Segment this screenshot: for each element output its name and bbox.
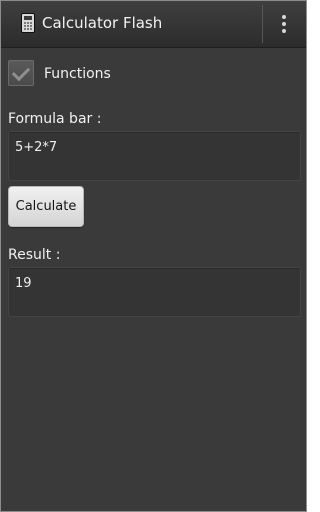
checkmark-icon xyxy=(11,62,31,82)
overflow-menu-icon xyxy=(282,15,286,19)
app-title: Calculator Flash xyxy=(42,14,163,32)
result-field[interactable]: 19 xyxy=(8,267,301,317)
overflow-menu-button[interactable] xyxy=(263,1,306,47)
overflow-menu-icon xyxy=(282,22,286,26)
calculate-button[interactable]: Calculate xyxy=(8,186,84,227)
formula-bar-label: Formula bar : xyxy=(8,111,102,127)
calculator-icon xyxy=(21,13,35,33)
formula-input[interactable]: 5+2*7 xyxy=(8,131,301,181)
functions-label[interactable]: Functions xyxy=(44,65,111,83)
phone-screen: Calculator Flash Functions Formula bar :… xyxy=(0,0,307,512)
calculator-screen-icon xyxy=(24,16,32,20)
calculator-keys-icon xyxy=(24,22,32,30)
action-bar: Calculator Flash xyxy=(1,1,306,48)
formula-input-value: 5+2*7 xyxy=(15,140,58,155)
result-label: Result : xyxy=(8,247,61,263)
functions-option: Functions xyxy=(1,56,306,94)
overflow-menu-icon xyxy=(282,29,286,33)
functions-checkbox[interactable] xyxy=(8,60,34,86)
result-value: 19 xyxy=(15,276,32,291)
